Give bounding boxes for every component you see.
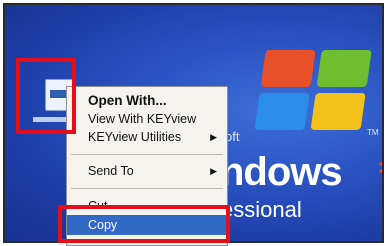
menu-item-send-to[interactable]: Send To ▶	[67, 163, 227, 179]
menu-item-open-with[interactable]: Open With...	[67, 93, 227, 109]
edition-wordmark: essional	[221, 197, 302, 222]
menu-separator	[71, 188, 223, 189]
submenu-arrow-icon: ▶	[210, 132, 217, 142]
menu-item-keyview-utilities[interactable]: KEYview Utilities ▶	[67, 129, 227, 145]
callout-file-icon	[16, 58, 76, 134]
windows-flag-logo	[254, 50, 376, 132]
menu-separator	[71, 154, 223, 155]
menu-item-view-with-keyview[interactable]: View With KEYview	[67, 111, 227, 127]
callout-copy	[58, 205, 230, 243]
trademark-mark: TM	[367, 128, 379, 137]
windows-wordmark: ndows	[220, 150, 343, 194]
windows-x-mark: ×	[378, 155, 382, 181]
submenu-arrow-icon: ▶	[210, 166, 217, 176]
